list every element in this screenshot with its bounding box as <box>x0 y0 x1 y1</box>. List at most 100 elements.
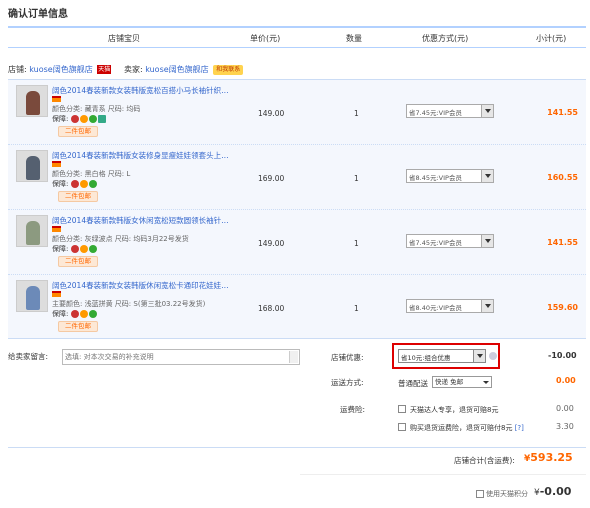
guarantee-ticket-icon[interactable] <box>97 115 106 123</box>
col-header-price: 单价(元) <box>250 34 281 43</box>
shop-promo-select[interactable]: 省10元:组合优惠 <box>398 349 486 363</box>
guarantee-label: 保障: <box>52 310 69 318</box>
guarantee-return-icon[interactable] <box>88 115 97 123</box>
free-shipping-badge: 二件包邮 <box>58 191 98 202</box>
guarantee-label: 保障: <box>52 180 69 188</box>
item-props: 颜色分类: 藏青系 尺码: 均码 <box>52 105 141 113</box>
insurance-label: 运费险: <box>340 405 366 414</box>
guarantee-genuine-icon[interactable] <box>79 245 88 253</box>
col-header-item: 店铺宝贝 <box>108 34 140 43</box>
insurance-amount-2: 3.30 <box>556 422 574 431</box>
guarantee-return-icon[interactable] <box>88 180 97 188</box>
item-promo-value: 省8.45元:VIP会员 <box>409 174 462 182</box>
flag-icon <box>52 226 61 232</box>
item-title-link[interactable]: 阔色2014春装新款女装韩版宽松百搭小马长袖针织… <box>52 85 232 96</box>
total-label: 店铺合计(含运费): <box>454 456 515 465</box>
free-shipping-badge: 二件包邮 <box>58 256 98 267</box>
guarantee-genuine-icon[interactable] <box>79 180 88 188</box>
chevron-down-icon[interactable] <box>481 235 493 247</box>
points-checkbox[interactable] <box>476 490 484 498</box>
insurance-checkbox-2[interactable] <box>398 423 406 431</box>
item-subtotal: 141.55 <box>547 238 578 247</box>
item-promo-select[interactable]: 省7.45元:VIP会员 <box>406 234 494 248</box>
guarantee-genuine-icon[interactable] <box>79 310 88 318</box>
guarantee-return-icon[interactable] <box>88 245 97 253</box>
item-title-link[interactable]: 阔色2014春装新款女装韩版休闲宽松卡通印花娃娃… <box>52 280 232 291</box>
smile-icon <box>489 352 497 360</box>
item-promo-select[interactable]: 省8.45元:VIP会员 <box>406 169 494 183</box>
guarantee-row: 保障: <box>52 309 98 319</box>
flag-icon <box>52 161 61 167</box>
column-header: 店铺宝贝 单价(元) 数量 优惠方式(元) 小计(元) <box>8 26 586 48</box>
free-shipping-badge: 二件包邮 <box>58 126 98 137</box>
thumb-figure <box>26 286 40 310</box>
item-qty: 1 <box>354 239 359 248</box>
item-promo-value: 省7.45元:VIP会员 <box>409 109 462 117</box>
guarantee-label: 保障: <box>52 245 69 253</box>
help-link[interactable]: [?] <box>515 424 524 432</box>
guarantee-row: 保障: <box>52 114 107 124</box>
item-price: 169.00 <box>258 174 285 183</box>
item-thumbnail[interactable] <box>16 215 48 247</box>
item-subtotal: 159.60 <box>547 303 578 312</box>
guarantee-seven-day-icon[interactable] <box>70 115 79 123</box>
item-title-link[interactable]: 阔色2014春装新款韩版女休闲宽松短款圆领长袖针… <box>52 215 232 226</box>
flag-icon <box>52 96 61 102</box>
contact-seller-button[interactable]: 和我联系 <box>213 64 244 75</box>
list-item: 阔色2014春装新款韩版女装修身显瘦娃娃领套头上… 颜色分类: 黑白格 尺码: … <box>8 145 586 210</box>
shipping-label: 运送方式: <box>331 378 364 387</box>
item-price: 149.00 <box>258 239 285 248</box>
insurance-checkbox-1[interactable] <box>398 405 406 413</box>
guarantee-row: 保障: <box>52 179 98 189</box>
scrollbar[interactable] <box>289 351 298 363</box>
guarantee-seven-day-icon[interactable] <box>70 245 79 253</box>
shop-info: 店铺: kuose阔色旗舰店 天猫 卖家: kuose阔色旗舰店 和我联系 <box>8 64 244 78</box>
tmall-badge-icon: 天猫 <box>97 65 112 74</box>
page-title: 确认订单信息 <box>8 9 68 20</box>
item-price: 149.00 <box>258 109 285 118</box>
points-value: ¥-0.00 <box>534 485 571 498</box>
item-thumbnail[interactable] <box>16 150 48 182</box>
shop-promo-value: 省10元:组合优惠 <box>401 354 451 362</box>
shipping-select[interactable]: 快递 免邮 <box>432 376 492 388</box>
guarantee-seven-day-icon[interactable] <box>70 180 79 188</box>
shipping-type: 普通配送 <box>398 379 428 388</box>
points-amount: -0.00 <box>539 485 572 498</box>
guarantee-return-icon[interactable] <box>88 310 97 318</box>
item-props: 颜色分类: 灰绿波点 尺码: 均码3月22号发货 <box>52 235 189 243</box>
thumb-figure <box>26 91 40 115</box>
total-amount: 593.25 <box>530 451 573 464</box>
message-input[interactable] <box>63 350 287 364</box>
seller-name-link[interactable]: kuose阔色旗舰店 <box>145 65 208 74</box>
guarantee-genuine-icon[interactable] <box>79 115 88 123</box>
shop-promo-amount: -10.00 <box>548 351 577 360</box>
item-title-link[interactable]: 阔色2014春装新款韩版女装修身显瘦娃娃领套头上… <box>52 150 232 161</box>
col-header-promo: 优惠方式(元) <box>422 34 469 43</box>
item-promo-value: 省8.40元:VIP会员 <box>409 304 462 312</box>
item-promo-select[interactable]: 省8.40元:VIP会员 <box>406 299 494 313</box>
message-field[interactable] <box>62 349 300 365</box>
chevron-down-icon[interactable] <box>481 300 493 312</box>
guarantee-seven-day-icon[interactable] <box>70 310 79 318</box>
item-promo-select[interactable]: 省7.45元:VIP会员 <box>406 104 494 118</box>
item-qty: 1 <box>354 109 359 118</box>
points-label: 使用天猫积分 <box>486 490 528 498</box>
list-item: 阔色2014春装新款女装韩版宽松百搭小马长袖针织… 颜色分类: 藏青系 尺码: … <box>8 80 586 145</box>
shop-label: 店铺: <box>8 65 27 74</box>
item-thumbnail[interactable] <box>16 280 48 312</box>
shop-name-link[interactable]: kuose阔色旗舰店 <box>29 65 92 74</box>
item-price: 168.00 <box>258 304 285 313</box>
insurance-option-2: 购买退货运费险，退货可赔付8元 <box>410 424 513 432</box>
chevron-down-icon[interactable] <box>481 170 493 182</box>
message-label: 给卖家留言: <box>8 352 49 361</box>
insurance-amount-1: 0.00 <box>556 404 574 413</box>
chevron-down-icon[interactable] <box>481 105 493 117</box>
item-qty: 1 <box>354 174 359 183</box>
guarantee-row: 保障: <box>52 244 98 254</box>
item-props: 主要颜色: 浅蓝拼黄 尺码: S(第三批03.22号发货) <box>52 300 206 308</box>
divider <box>8 447 586 448</box>
chevron-down-icon[interactable] <box>473 350 485 362</box>
items-list: 阔色2014春装新款女装韩版宽松百搭小马长袖针织… 颜色分类: 藏青系 尺码: … <box>8 79 586 339</box>
item-thumbnail[interactable] <box>16 85 48 117</box>
total-value: ¥593.25 <box>524 451 573 464</box>
